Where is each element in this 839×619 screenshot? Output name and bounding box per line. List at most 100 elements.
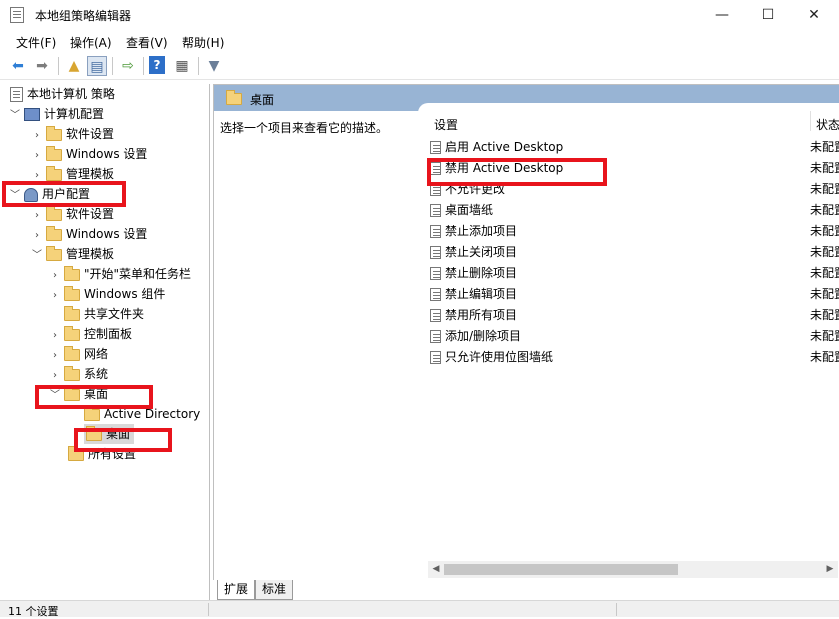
setting-name: 禁止添加项目 [445,224,518,238]
filter-icon[interactable]: ▼ [204,56,224,76]
chevron-down-icon[interactable]: ﹀ [6,106,24,126]
column-divider[interactable] [810,111,811,131]
folder-icon [84,405,100,421]
tree-item-network[interactable]: › 网络 [46,344,108,364]
setting-state: 未配置 [810,224,839,238]
status-divider [616,603,617,616]
tree-item-uc-software[interactable]: › 软件设置 [28,204,114,224]
setting-state: 未配置 [810,287,839,301]
setting-state: 未配置 [810,329,839,343]
setting-icon [430,267,441,280]
setting-name: 启用 Active Desktop [445,140,564,154]
tree-label: 管理模板 [66,247,115,261]
setting-icon [430,246,441,259]
horizontal-scrollbar[interactable]: ◀ ▶ [428,561,838,578]
setting-icon [430,225,441,238]
tree-label: 软件设置 [66,207,115,221]
minimize-button[interactable]: — [699,0,745,30]
list-item[interactable]: 只允许使用位图墙纸 未配置 [430,347,839,368]
setting-name: 只允许使用位图墙纸 [445,350,554,364]
folder-icon [64,365,80,381]
chevron-right-icon[interactable]: › [28,206,46,226]
setting-state: 未配置 [810,161,839,175]
menu-file[interactable]: 文件(F) [16,34,56,51]
tree-item-control-panel[interactable]: › 控制面板 [46,324,132,344]
back-arrow-icon[interactable]: ⬅ [8,56,28,76]
up-folder-icon[interactable]: ▲ [64,56,84,76]
maximize-button[interactable]: ☐ [745,0,791,30]
tree-item-shared-folders[interactable]: 共享文件夹 [46,304,144,324]
toolbar-separator [112,57,113,75]
folder-icon [46,125,62,141]
chevron-right-icon[interactable]: › [28,146,46,166]
chevron-down-icon[interactable]: ﹀ [28,246,46,266]
folder-icon [64,345,80,361]
toolbar-separator [58,57,59,75]
tree-item-cc-windows[interactable]: › Windows 设置 [28,144,147,164]
folder-icon [226,90,242,105]
help-icon[interactable]: ? [149,56,165,74]
list-item[interactable]: 禁止编辑项目 未配置 [430,284,839,305]
tree-item-root[interactable]: 本地计算机 策略 [10,84,115,104]
tree-label: Windows 组件 [84,287,166,301]
folder-icon [64,285,80,301]
chevron-right-icon[interactable]: › [46,346,64,366]
chevron-right-icon[interactable]: › [46,366,64,386]
tree-item-system[interactable]: › 系统 [46,364,108,384]
highlight-desktop-folder [35,385,153,409]
tab-extended[interactable]: 扩展 [217,580,256,600]
column-header-state[interactable]: 状态 [816,116,839,133]
tree-item-windows-components[interactable]: › Windows 组件 [46,284,165,304]
chevron-right-icon[interactable]: › [46,266,64,286]
highlight-user-config [2,181,126,207]
folder-icon [64,265,80,281]
menu-action[interactable]: 操作(A) [70,34,112,51]
setting-icon [430,288,441,301]
scroll-left-icon[interactable]: ◀ [428,561,444,578]
tree-item-cc-software[interactable]: › 软件设置 [28,124,114,144]
chevron-right-icon[interactable]: › [28,226,46,246]
tree-item-start-menu[interactable]: › "开始"菜单和任务栏 [46,264,191,284]
scrollbar-thumb[interactable] [444,564,678,575]
folder-icon [46,165,62,181]
list-item[interactable]: 禁止关闭项目 未配置 [430,242,839,263]
setting-name: 禁止关闭项目 [445,245,518,259]
tree-item-uc-windows[interactable]: › Windows 设置 [28,224,147,244]
highlight-disable-active-desktop [427,158,607,186]
list-item[interactable]: 禁用所有项目 未配置 [430,305,839,326]
folder-icon [64,325,80,341]
description-text: 选择一个项目来查看它的描述。 [220,121,389,135]
tree-label: 网络 [84,347,109,361]
tree-item-computer-config[interactable]: ﹀ 计算机配置 [6,104,104,124]
tree-item-uc-admin[interactable]: ﹀ 管理模板 [28,244,114,264]
setting-name: 禁用所有项目 [445,308,518,322]
setting-state: 未配置 [810,266,839,280]
menu-help[interactable]: 帮助(H) [182,34,224,51]
computer-icon [24,108,40,121]
list-item[interactable]: 启用 Active Desktop 未配置 [430,137,839,158]
folder-icon [46,145,62,161]
tree-label: 共享文件夹 [84,307,145,321]
list-item[interactable]: 禁止删除项目 未配置 [430,263,839,284]
forward-arrow-icon[interactable]: ➡ [32,56,52,76]
chevron-right-icon[interactable]: › [46,286,64,306]
scroll-right-icon[interactable]: ▶ [822,561,838,578]
show-tree-icon[interactable]: ▤ [87,56,107,76]
tab-standard[interactable]: 标准 [255,580,294,600]
tree-label: 系统 [84,367,109,381]
properties-icon[interactable]: ▦ [172,56,192,76]
export-icon[interactable]: ⇨ [118,56,138,76]
tree-label: 软件设置 [66,127,115,141]
chevron-right-icon[interactable]: › [46,326,64,346]
setting-icon [430,330,441,343]
menu-view[interactable]: 查看(V) [126,34,168,51]
view-tabs: 扩展 标准 [213,580,839,600]
list-item[interactable]: 添加/删除项目 未配置 [430,326,839,347]
list-item[interactable]: 桌面墙纸 未配置 [430,200,839,221]
close-button[interactable]: ✕ [791,0,837,30]
list-item[interactable]: 禁止添加项目 未配置 [430,221,839,242]
column-header-setting[interactable]: 设置 [434,116,458,133]
tree-pane: 本地计算机 策略 ﹀ 计算机配置 › 软件设置 › Windows 设置 › 管理模板 … [0,84,210,600]
window-title: 本地组策略编辑器 [35,9,132,23]
chevron-right-icon[interactable]: › [28,126,46,146]
